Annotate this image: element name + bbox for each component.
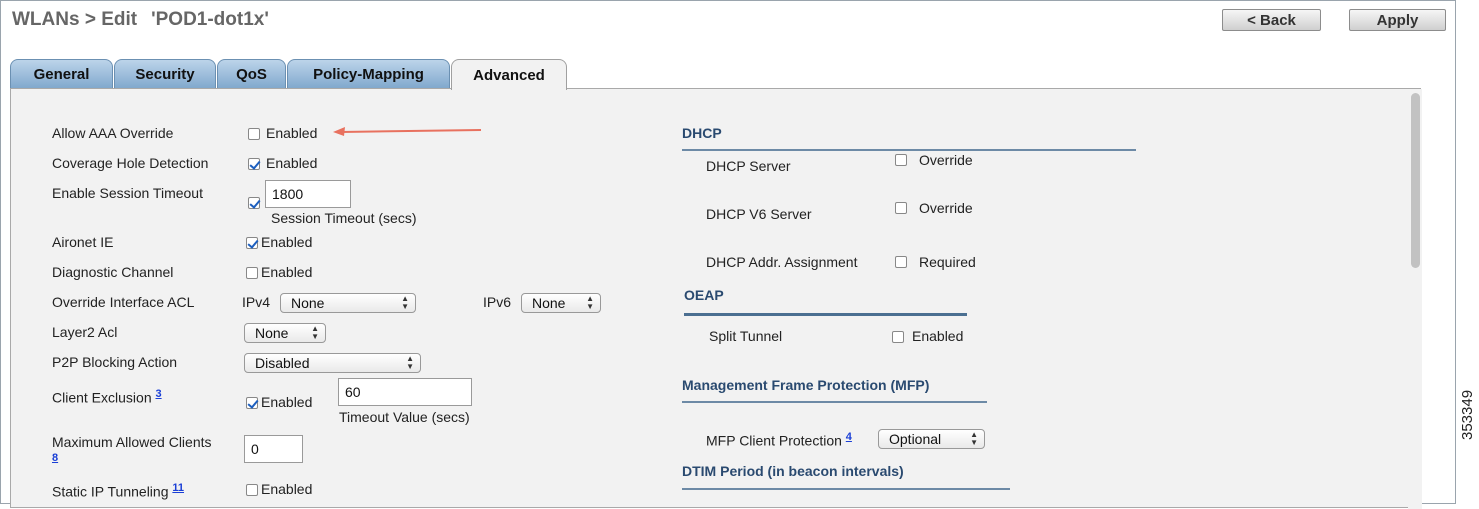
static-ip-enabled-label: Enabled bbox=[261, 481, 313, 497]
layer2-acl-value: None bbox=[255, 325, 289, 341]
footnote-link[interactable]: 3 bbox=[156, 388, 162, 400]
select-arrows-icon: ▲ ▼ bbox=[311, 324, 319, 341]
figure-id: 353349 bbox=[1459, 389, 1476, 440]
tab-policy-mapping[interactable]: Policy-Mapping bbox=[287, 59, 450, 89]
ipv6-acl-value: None bbox=[532, 295, 566, 311]
client-exclusion-text: Client Exclusion bbox=[52, 389, 152, 406]
mfp-client-protection-value: Optional bbox=[889, 431, 942, 447]
dtim-section-title: DTIM Period (in beacon intervals) bbox=[682, 463, 904, 479]
ipv4-label: IPv4 bbox=[242, 294, 271, 310]
diagnostic-channel-enabled-label: Enabled bbox=[261, 264, 313, 280]
session-timeout-checkbox[interactable] bbox=[248, 197, 260, 209]
ipv6-label: IPv6 bbox=[483, 294, 512, 310]
aironet-ie-label: Aironet IE bbox=[52, 234, 114, 250]
static-ip-checkbox[interactable] bbox=[246, 484, 258, 496]
static-ip-text: Static IP Tunneling bbox=[52, 483, 169, 500]
tab-qos[interactable]: QoS bbox=[217, 59, 286, 89]
client-exclusion-unit-label: Timeout Value (secs) bbox=[339, 409, 470, 425]
tab-advanced[interactable]: Advanced bbox=[451, 59, 567, 90]
mfp-client-protection-text: MFP Client Protection bbox=[706, 432, 842, 449]
max-clients-input[interactable] bbox=[244, 435, 303, 463]
p2p-blocking-value: Disabled bbox=[255, 355, 310, 371]
diagnostic-channel-checkbox[interactable] bbox=[246, 267, 258, 279]
select-arrows-icon: ▲ ▼ bbox=[586, 294, 594, 311]
split-tunnel-label: Split Tunnel bbox=[709, 328, 783, 344]
client-exclusion-enabled-label: Enabled bbox=[261, 394, 313, 410]
session-timeout-unit-label: Session Timeout (secs) bbox=[271, 210, 417, 226]
select-arrows-icon: ▲ ▼ bbox=[406, 354, 414, 371]
allow-aaa-override-label: Allow AAA Override bbox=[52, 125, 174, 141]
max-clients-label: Maximum Allowed Clients bbox=[52, 434, 212, 450]
split-tunnel-checkbox[interactable] bbox=[892, 331, 904, 343]
scrollbar-thumb[interactable] bbox=[1411, 93, 1420, 268]
coverage-hole-enabled-label: Enabled bbox=[266, 155, 318, 171]
annotation-arrow-icon bbox=[333, 127, 482, 136]
oeap-section-title: OEAP bbox=[684, 287, 724, 303]
client-exclusion-label: Client Exclusion 3 bbox=[52, 388, 162, 406]
oeap-divider bbox=[684, 313, 967, 316]
wlan-name: 'POD1-dot1x' bbox=[151, 9, 269, 30]
override-acl-label: Override Interface ACL bbox=[52, 294, 195, 310]
page-title: WLANs > Edit 'POD1-dot1x' bbox=[12, 9, 269, 31]
dhcp-server-override-checkbox[interactable] bbox=[895, 154, 907, 166]
ipv4-acl-value: None bbox=[291, 295, 325, 311]
client-exclusion-timeout-input[interactable] bbox=[338, 378, 472, 406]
footnote-link[interactable]: 8 bbox=[52, 452, 58, 464]
session-timeout-input[interactable] bbox=[265, 180, 351, 208]
mfp-divider bbox=[682, 401, 987, 403]
coverage-hole-checkbox[interactable] bbox=[248, 158, 260, 170]
coverage-hole-label: Coverage Hole Detection bbox=[52, 155, 209, 171]
allow-aaa-override-checkbox[interactable] bbox=[248, 128, 260, 140]
p2p-blocking-label: P2P Blocking Action bbox=[52, 354, 178, 370]
dhcp-server-label: DHCP Server bbox=[706, 158, 791, 174]
static-ip-label: Static IP Tunneling 11 bbox=[52, 482, 184, 500]
apply-button[interactable]: Apply bbox=[1349, 9, 1446, 31]
p2p-blocking-select[interactable]: Disabled ▲ ▼ bbox=[244, 353, 421, 373]
split-tunnel-enabled-label: Enabled bbox=[912, 328, 964, 344]
breadcrumb: WLANs > Edit bbox=[12, 9, 138, 30]
footnote-link[interactable]: 4 bbox=[846, 431, 852, 443]
select-arrows-icon: ▲ ▼ bbox=[970, 430, 978, 447]
mfp-section-title: Management Frame Protection (MFP) bbox=[682, 377, 930, 393]
mfp-client-protection-select[interactable]: Optional ▲ ▼ bbox=[878, 429, 985, 449]
mfp-client-protection-label: MFP Client Protection 4 bbox=[706, 431, 852, 449]
allow-aaa-override-enabled-label: Enabled bbox=[266, 125, 318, 141]
dhcp-addr-required-checkbox[interactable] bbox=[895, 256, 907, 268]
layer2-acl-select[interactable]: None ▲ ▼ bbox=[244, 323, 326, 343]
dtim-divider bbox=[682, 488, 1010, 490]
dhcp-addr-required-label: Required bbox=[919, 254, 976, 270]
client-exclusion-checkbox[interactable] bbox=[246, 397, 258, 409]
tab-general[interactable]: General bbox=[10, 59, 113, 89]
dhcp-v6-server-label: DHCP V6 Server bbox=[706, 206, 812, 222]
back-button[interactable]: < Back bbox=[1222, 9, 1321, 31]
dhcp-addr-assignment-label: DHCP Addr. Assignment bbox=[706, 254, 858, 270]
aironet-ie-checkbox[interactable] bbox=[246, 237, 258, 249]
dhcp-v6-override-checkbox[interactable] bbox=[895, 202, 907, 214]
diagnostic-channel-label: Diagnostic Channel bbox=[52, 264, 174, 280]
dhcp-section-title: DHCP bbox=[682, 125, 722, 141]
dhcp-v6-override-label: Override bbox=[919, 200, 973, 216]
ipv6-acl-select[interactable]: None ▲ ▼ bbox=[521, 293, 601, 313]
footnote-link[interactable]: 11 bbox=[172, 482, 184, 494]
aironet-ie-enabled-label: Enabled bbox=[261, 234, 313, 250]
tab-security[interactable]: Security bbox=[114, 59, 216, 89]
dhcp-server-override-label: Override bbox=[919, 152, 973, 168]
dhcp-divider bbox=[682, 149, 1136, 151]
select-arrows-icon: ▲ ▼ bbox=[401, 294, 409, 311]
session-timeout-label: Enable Session Timeout bbox=[52, 185, 203, 201]
ipv4-acl-select[interactable]: None ▲ ▼ bbox=[280, 293, 416, 313]
layer2-acl-label: Layer2 Acl bbox=[52, 324, 118, 340]
